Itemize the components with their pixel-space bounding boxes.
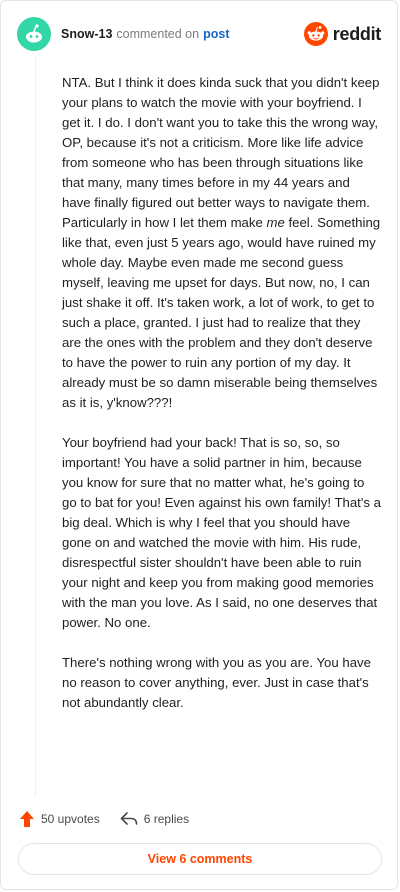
comment-paragraph: Your boyfriend had your back! That is so… <box>62 435 381 630</box>
snoo-avatar-icon <box>26 24 42 43</box>
comment-card: Snow-13 commented on post reddit NTA. Bu… <box>0 0 398 890</box>
comment-header: Snow-13 commented on post reddit <box>17 17 381 51</box>
comment-meta: Snow-13 commented on post <box>61 27 229 41</box>
username[interactable]: Snow-13 <box>61 27 112 41</box>
emphasis-text: me <box>266 215 285 230</box>
comment-body: NTA. But I think it does kinda suck that… <box>62 73 382 733</box>
replies-button[interactable]: 6 replies <box>120 811 189 827</box>
view-comments-button[interactable]: View 6 comments <box>18 843 382 875</box>
commented-on-text: commented on <box>116 27 200 41</box>
thread-line[interactable] <box>35 57 36 797</box>
post-link[interactable]: post <box>203 27 229 41</box>
reddit-logo[interactable]: reddit <box>303 22 382 46</box>
upvote-count: 50 upvotes <box>41 812 100 826</box>
comment-paragraph: There's nothing wrong with you as you ar… <box>62 655 371 710</box>
reddit-logo-icon <box>303 22 328 46</box>
upvote-arrow-icon <box>20 811 34 827</box>
upvote-button[interactable]: 50 upvotes <box>19 810 100 828</box>
reply-arrow-icon <box>120 812 138 825</box>
reddit-wordmark: reddit <box>332 23 382 44</box>
comment-paragraph: NTA. But I think it does kinda suck that… <box>62 75 381 410</box>
reply-count: 6 replies <box>143 812 190 826</box>
user-avatar[interactable] <box>17 17 51 51</box>
comment-actions: 50 upvotes 6 replies <box>19 807 381 831</box>
